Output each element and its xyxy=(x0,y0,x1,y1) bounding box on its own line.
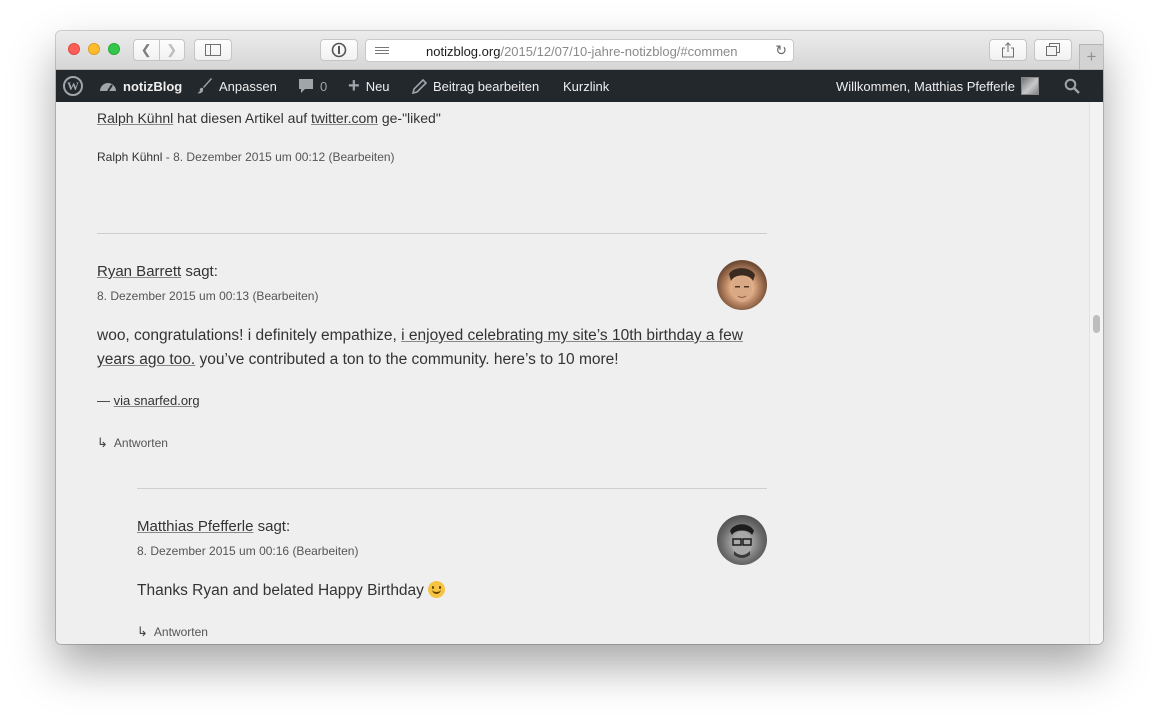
customize-menu[interactable]: Anpassen xyxy=(197,70,277,102)
reply-body: Thanks Ryan and belated Happy Birthday xyxy=(137,579,446,603)
url-text[interactable]: notizblog.org/2015/12/07/10-jahre-notizb… xyxy=(426,44,746,59)
reply-says: sagt: xyxy=(257,518,291,535)
like-meta-author: Ralph Kühnl xyxy=(97,150,163,164)
comment-author-line: Ryan Barrett sagt: xyxy=(97,263,218,280)
zoom-window-button[interactable] xyxy=(108,43,120,55)
reply-divider xyxy=(137,488,767,489)
url-path: /2015/12/07/10-jahre-notizblog/#commen xyxy=(500,44,738,59)
reply-author-line: Matthias Pfefferle sagt: xyxy=(137,518,290,535)
reply-body-text: Thanks Ryan and belated Happy Birthday xyxy=(137,582,424,599)
comments-count: 0 xyxy=(320,78,328,94)
reply-avatar xyxy=(717,515,767,565)
comment-divider xyxy=(97,233,767,234)
reply-reply-arrow-icon: ↳ xyxy=(137,624,148,639)
comment-says: sagt: xyxy=(185,263,218,280)
comment-body-line-2: years ago too. you’ve contributed a ton … xyxy=(97,348,743,372)
scrollbar-thumb[interactable] xyxy=(1093,315,1100,333)
reply-meta: 8. Dezember 2015 um 00:16 (Bearbeiten) xyxy=(137,544,358,558)
reply-label: Antworten xyxy=(113,436,168,450)
like-text-end: ge-"liked" xyxy=(381,110,441,126)
comment-edit-link[interactable]: (Bearbeiten) xyxy=(252,289,318,303)
smiley-emoji-icon xyxy=(428,581,446,598)
admin-avatar xyxy=(1020,77,1039,95)
reload-icon[interactable]: ↻ xyxy=(775,42,787,59)
via-prefix: — xyxy=(97,393,110,408)
sidebar-icon xyxy=(205,44,221,56)
shortlink-label: Kurzlink xyxy=(563,78,610,94)
wp-admin-bar: W notizBlog Anpassen 0 + Neu Beitrag bea… xyxy=(56,70,1103,102)
history-nav: ❮ ❯ xyxy=(133,39,185,61)
reply-edit-link[interactable]: (Bearbeiten) xyxy=(292,544,358,558)
comment-via: — via snarfed.org xyxy=(97,393,200,408)
tabs-icon xyxy=(1046,43,1060,56)
like-meta-date: - 8. Dezember 2015 um 00:12 xyxy=(165,150,326,164)
page-content: Ralph Kühnl hat diesen Artikel auf twitt… xyxy=(56,102,1089,644)
comment-body-link-part-1[interactable]: i enjoyed celebrating my site’s 10th bir… xyxy=(401,327,743,344)
reply-button[interactable]: ↳ Antworten xyxy=(97,435,168,451)
dashboard-gauge-icon xyxy=(99,79,117,93)
shortlink-menu[interactable]: Kurzlink xyxy=(563,70,609,102)
edit-post-menu[interactable]: Beitrag bearbeiten xyxy=(412,70,539,102)
vertical-scrollbar[interactable] xyxy=(1089,102,1103,644)
edit-post-label: Beitrag bearbeiten xyxy=(433,78,540,94)
new-content-menu[interactable]: + Neu xyxy=(348,70,390,102)
password-extension-button[interactable] xyxy=(320,39,358,61)
reply-author-link[interactable]: Matthias Pfefferle xyxy=(137,518,253,535)
like-author-link[interactable]: Ralph Kühnl xyxy=(97,110,173,126)
paintbrush-icon xyxy=(197,78,213,94)
plus-icon: + xyxy=(348,74,360,97)
new-tab-button[interactable]: + xyxy=(1079,44,1103,69)
wordpress-icon: W xyxy=(63,76,83,96)
address-bar[interactable]: notizblog.org/2015/12/07/10-jahre-notizb… xyxy=(365,39,794,62)
site-name-menu[interactable]: notizBlog xyxy=(99,70,182,102)
url-host: notizblog.org xyxy=(426,44,501,59)
reply-arrow-icon: ↳ xyxy=(97,435,108,450)
comment-bubble-icon xyxy=(298,78,314,94)
search-icon xyxy=(1064,78,1080,94)
like-service-link[interactable]: twitter.com xyxy=(311,110,378,126)
tabs-overview-button[interactable] xyxy=(1034,39,1072,61)
like-entry: Ralph Kühnl hat diesen Artikel auf twitt… xyxy=(97,110,441,126)
my-account-menu[interactable]: Willkommen, Matthias Pfefferle xyxy=(836,70,1039,102)
wp-logo-menu[interactable]: W xyxy=(63,70,83,102)
comment-date-link[interactable]: 8. Dezember 2015 um 00:13 xyxy=(97,289,249,303)
browser-titlebar: ❮ ❯ notizblog.org/2015/12/07/10-jahre-no… xyxy=(56,31,1103,70)
sidebar-toggle-button[interactable] xyxy=(194,39,232,61)
minimize-window-button[interactable] xyxy=(88,43,100,55)
like-edit-link[interactable]: (Bearbeiten) xyxy=(329,150,395,164)
comment-avatar xyxy=(717,260,767,310)
reply-date-link[interactable]: 8. Dezember 2015 um 00:16 xyxy=(137,544,289,558)
like-text-mid: hat diesen Artikel auf xyxy=(177,110,308,126)
onepassword-icon xyxy=(331,42,347,58)
comment-body-start: woo, congratulations! i definitely empat… xyxy=(97,327,397,344)
via-link[interactable]: via snarfed.org xyxy=(114,393,200,408)
reply-reply-label: Antworten xyxy=(153,625,208,639)
share-button[interactable] xyxy=(989,39,1027,61)
comment-body-end: you’ve contributed a ton to the communit… xyxy=(199,351,619,368)
browser-window: ❮ ❯ notizblog.org/2015/12/07/10-jahre-no… xyxy=(56,31,1103,644)
forward-arrow-icon[interactable]: ❯ xyxy=(158,40,185,60)
share-icon xyxy=(1002,42,1014,58)
customize-label: Anpassen xyxy=(219,78,277,94)
back-arrow-icon[interactable]: ❮ xyxy=(134,40,159,60)
reader-view-icon[interactable] xyxy=(375,47,389,55)
close-window-button[interactable] xyxy=(68,43,80,55)
comment-body: woo, congratulations! i definitely empat… xyxy=(97,324,743,372)
comment-author-link[interactable]: Ryan Barrett xyxy=(97,263,181,280)
site-name-label: notizBlog xyxy=(123,78,183,94)
comment-body-link-part-2[interactable]: years ago too. xyxy=(97,351,195,368)
comment-meta: 8. Dezember 2015 um 00:13 (Bearbeiten) xyxy=(97,289,318,303)
pencil-icon xyxy=(412,78,427,94)
comment-body-line-1: woo, congratulations! i definitely empat… xyxy=(97,324,743,348)
like-meta: Ralph Kühnl - 8. Dezember 2015 um 00:12 … xyxy=(97,150,395,164)
new-label: Neu xyxy=(365,78,390,94)
comments-menu[interactable]: 0 xyxy=(298,70,327,102)
search-menu[interactable] xyxy=(1064,70,1080,102)
reply-reply-button[interactable]: ↳ Antworten xyxy=(137,624,208,640)
welcome-label: Willkommen, Matthias Pfefferle xyxy=(836,78,1015,94)
